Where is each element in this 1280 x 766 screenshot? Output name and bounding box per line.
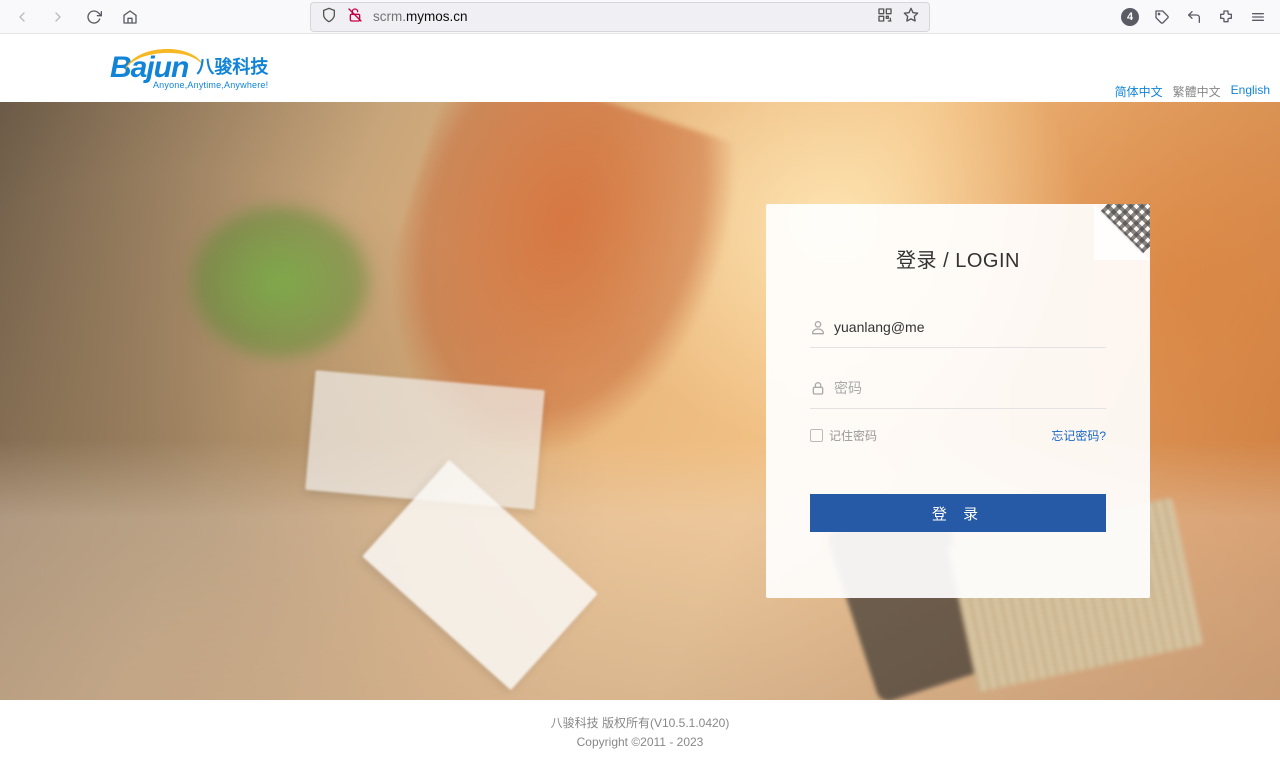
login-title: 登录 / LOGIN xyxy=(810,244,1106,273)
username-input[interactable] xyxy=(834,315,1106,339)
undo-icon[interactable] xyxy=(1180,3,1208,31)
remember-label: 记住密码 xyxy=(829,427,877,444)
container-badge[interactable]: 4 xyxy=(1116,3,1144,31)
login-button[interactable]: 登 录 xyxy=(810,494,1106,532)
forgot-password-link[interactable]: 忘记密码? xyxy=(1051,427,1106,444)
lang-simplified[interactable]: 简体中文 xyxy=(1115,83,1163,100)
extension-icon[interactable] xyxy=(1148,3,1176,31)
username-row xyxy=(810,307,1106,348)
bookmark-star-icon[interactable] xyxy=(903,7,919,26)
lang-english[interactable]: English xyxy=(1231,83,1270,100)
qr-icon[interactable] xyxy=(877,7,893,26)
footer-copyright-en: Copyright ©2011 - 2023 xyxy=(0,733,1280,752)
logo-text-cn: 八骏科技 xyxy=(196,53,268,79)
extensions-icon[interactable] xyxy=(1212,3,1240,31)
remember-checkbox[interactable]: 记住密码 xyxy=(810,427,877,444)
reload-button[interactable] xyxy=(80,3,108,31)
home-button[interactable] xyxy=(116,3,144,31)
login-card: 登录 / LOGIN 记住密码 忘记密码? 登 录 xyxy=(766,204,1150,598)
checkbox-icon xyxy=(810,429,823,442)
password-input[interactable] xyxy=(834,376,1106,400)
hero-section: 登录 / LOGIN 记住密码 忘记密码? 登 录 xyxy=(0,102,1280,700)
site-header: Bajun 八骏科技 Anyone,Anytime,Anywhere! 简体中文… xyxy=(0,34,1280,102)
language-switcher: 简体中文 繁體中文 English xyxy=(1115,83,1270,100)
qr-icon xyxy=(1100,204,1150,254)
footer-copyright-cn: 八骏科技 版权所有(V10.5.1.0420) xyxy=(0,714,1280,733)
back-button[interactable] xyxy=(8,3,36,31)
lock-icon xyxy=(810,380,834,396)
page-footer: 八骏科技 版权所有(V10.5.1.0420) Copyright ©2011 … xyxy=(0,700,1280,766)
url-text: scrm.mymos.cn xyxy=(373,9,468,24)
lock-insecure-icon[interactable] xyxy=(347,7,363,26)
qr-login-toggle[interactable] xyxy=(1094,204,1150,260)
site-logo[interactable]: Bajun 八骏科技 Anyone,Anytime,Anywhere! xyxy=(110,51,268,85)
app-menu-icon[interactable] xyxy=(1244,3,1272,31)
user-icon xyxy=(810,319,834,335)
browser-toolbar: scrm.mymos.cn 4 xyxy=(0,0,1280,34)
forward-button[interactable] xyxy=(44,3,72,31)
logo-tagline: Anyone,Anytime,Anywhere! xyxy=(153,80,268,90)
url-bar[interactable]: scrm.mymos.cn xyxy=(310,2,930,32)
password-row xyxy=(810,368,1106,409)
lang-traditional[interactable]: 繁體中文 xyxy=(1173,83,1221,100)
shield-icon[interactable] xyxy=(321,7,337,26)
